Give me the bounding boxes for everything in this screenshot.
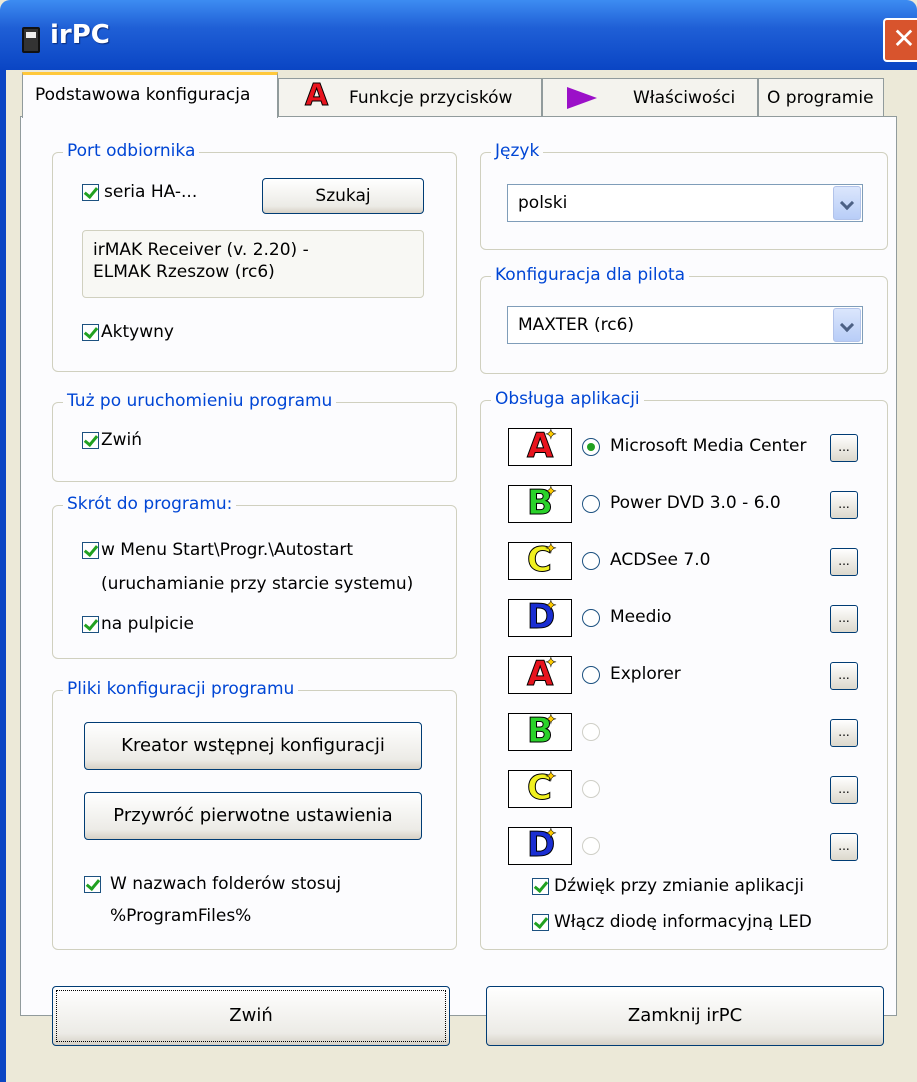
series-label: seria HA-... [104, 182, 198, 202]
app-settings-button[interactable]: ... [830, 776, 858, 804]
star-icon: ✦ [545, 598, 557, 615]
group-label: Port odbiornika [63, 141, 200, 161]
app-name: Explorer [610, 664, 681, 684]
play-arrow-icon [567, 87, 597, 109]
receiver-info: irMAK Receiver (v. 2.20) - ELMAK Rzeszow… [82, 230, 424, 298]
app-radio [582, 837, 600, 855]
app-radio [582, 780, 600, 798]
collapse-checkbox[interactable] [82, 432, 99, 449]
language-select[interactable]: polski [507, 184, 863, 222]
app-settings-button[interactable]: ... [830, 548, 858, 576]
app-letter-b-icon: B ✦ [508, 483, 572, 524]
app-settings-button[interactable]: ... [830, 491, 858, 519]
app-name: ACDSee 7.0 [610, 550, 711, 570]
program-files-checkbox[interactable] [84, 876, 101, 893]
receiver-line-2: ELMAK Rzeszow (rc6) [93, 262, 275, 282]
autostart-note: (uruchamianie przy starcie systemu) [101, 574, 414, 594]
star-icon: ✦ [545, 826, 557, 843]
app-radio[interactable] [582, 552, 600, 570]
star-icon: ✦ [545, 427, 557, 444]
tab-label: Właściwości [633, 88, 736, 108]
active-label: Aktywny [101, 322, 174, 342]
close-irpc-button[interactable]: Zamknij irPC [486, 986, 884, 1046]
tab-funkcje-przyciskow[interactable]: A Funkcje przycisków [278, 78, 542, 116]
app-letter-c-icon: C ✦ [508, 540, 572, 581]
app-settings-button[interactable]: ... [830, 719, 858, 747]
star-icon: ✦ [545, 541, 557, 558]
app-name: Microsoft Media Center [610, 436, 807, 456]
app-settings-button[interactable]: ... [830, 605, 858, 633]
app-radio[interactable] [582, 438, 600, 456]
group-label: Język [491, 141, 544, 161]
tab-label: Podstawowa konfiguracja [35, 85, 251, 105]
app-radio[interactable] [582, 609, 600, 627]
group-label: Tuż po uruchomieniu programu [63, 391, 337, 411]
collapse-label: Zwiń [101, 430, 143, 450]
star-icon: ✦ [545, 712, 557, 729]
app-letter-c-icon: C ✦ [508, 768, 572, 809]
tab-label: O programie [767, 88, 874, 108]
app-settings-button[interactable]: ... [830, 662, 858, 690]
autostart-checkbox[interactable] [82, 542, 99, 559]
tab-o-programie[interactable]: O programie [758, 78, 884, 116]
app-letter-d-icon: D ✦ [508, 597, 572, 638]
desktop-checkbox[interactable] [82, 616, 99, 633]
app-name: Power DVD 3.0 - 6.0 [610, 493, 781, 513]
group-label: Konfiguracja dla pilota [491, 265, 690, 285]
app-settings-button[interactable]: ... [830, 833, 858, 861]
restore-button[interactable]: Przywróć pierwotne ustawienia [84, 792, 422, 840]
tab-podstawowa-konfiguracja[interactable]: Podstawowa konfiguracja [22, 72, 278, 118]
group-label: Pliki konfiguracji programu [63, 679, 299, 699]
sound-checkbox[interactable] [532, 878, 549, 895]
app-radio[interactable] [582, 666, 600, 684]
series-checkbox[interactable] [82, 184, 99, 201]
close-icon[interactable]: ✕ [883, 18, 917, 62]
chevron-down-icon[interactable] [833, 186, 861, 220]
app-letter-d-icon: D ✦ [508, 825, 572, 866]
remote-select[interactable]: MAXTER (rc6) [507, 306, 863, 344]
search-button[interactable]: Szukaj [262, 178, 424, 214]
wizard-button[interactable]: Kreator wstępnej konfiguracji [84, 722, 422, 770]
collapse-button[interactable]: Zwiń [52, 986, 450, 1046]
autostart-label: w Menu Start\Progr.\Autostart [101, 540, 354, 560]
letter-a-icon: A [304, 78, 329, 114]
desktop-label: na pulpicie [101, 614, 194, 634]
app-name: Meedio [610, 607, 672, 627]
remote-value: MAXTER (rc6) [518, 315, 635, 335]
app-radio [582, 723, 600, 741]
irpc-window: irPC ✕ Podstawowa konfiguracja A Funkcje… [0, 0, 917, 1082]
tab-label: Funkcje przycisków [349, 88, 513, 108]
title-bar[interactable]: irPC ✕ [0, 0, 917, 70]
app-radio[interactable] [582, 495, 600, 513]
tab-wlasciwosci[interactable]: Właściwości [542, 78, 758, 116]
program-files-label-2: %ProgramFiles% [110, 906, 252, 926]
app-settings-button[interactable]: ... [830, 434, 858, 462]
led-checkbox[interactable] [532, 914, 549, 931]
group-label: Skrót do programu: [63, 494, 237, 514]
app-letter-b-icon: B ✦ [508, 711, 572, 752]
program-files-label: W nazwach folderów stosuj [110, 874, 342, 894]
receiver-line-1: irMAK Receiver (v. 2.20) - [93, 240, 309, 260]
window-title: irPC [50, 20, 110, 50]
language-value: polski [518, 193, 568, 213]
chevron-down-icon[interactable] [833, 308, 861, 342]
star-icon: ✦ [545, 769, 557, 786]
app-letter-a-icon: A ✦ [508, 426, 572, 467]
star-icon: ✦ [545, 484, 557, 501]
app-letter-a-icon: A ✦ [508, 654, 572, 695]
active-checkbox[interactable] [82, 324, 99, 341]
sound-label: Dźwięk przy zmianie aplikacji [554, 876, 804, 896]
star-icon: ✦ [545, 655, 557, 672]
group-label: Obsługa aplikacji [491, 389, 644, 409]
remote-control-icon [22, 27, 40, 53]
led-label: Włącz diodę informacyjną LED [554, 912, 812, 932]
